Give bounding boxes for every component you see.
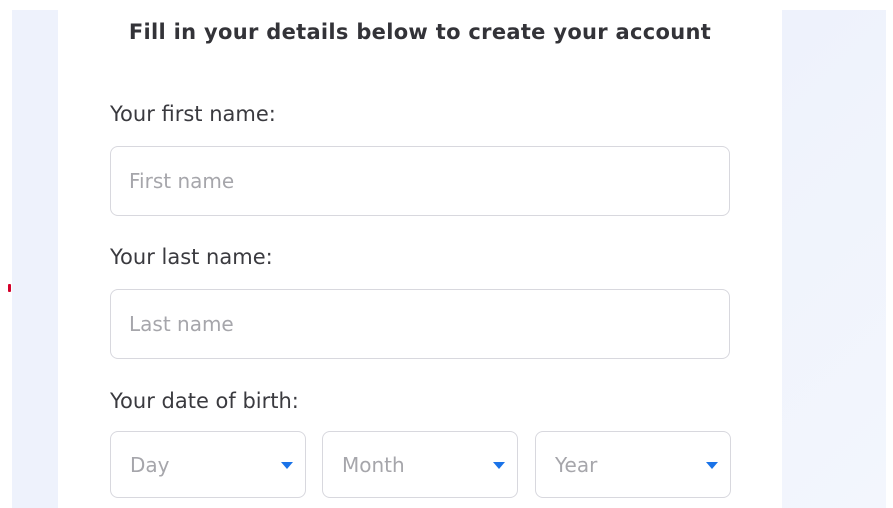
caret-down-icon	[706, 462, 718, 469]
month-select-value: Month	[342, 453, 405, 477]
year-select[interactable]: Year	[535, 431, 731, 498]
first-name-input[interactable]	[110, 146, 730, 216]
last-name-label: Your last name:	[110, 245, 273, 269]
last-name-input[interactable]	[110, 289, 730, 359]
year-select-value: Year	[555, 453, 598, 477]
day-select[interactable]: Day	[110, 431, 306, 498]
background-left-panel	[12, 10, 58, 508]
date-of-birth-label: Your date of birth:	[110, 389, 299, 413]
edge-marker	[8, 284, 11, 292]
signup-form-card: Fill in your details below to create you…	[58, 0, 782, 508]
first-name-label: Your first name:	[110, 102, 276, 126]
form-heading: Fill in your details below to create you…	[128, 20, 712, 44]
signup-page: Fill in your details below to create you…	[0, 0, 893, 508]
day-select-value: Day	[130, 453, 170, 477]
month-select[interactable]: Month	[322, 431, 518, 498]
background-right-panel	[782, 10, 886, 508]
caret-down-icon	[281, 462, 293, 469]
caret-down-icon	[493, 462, 505, 469]
